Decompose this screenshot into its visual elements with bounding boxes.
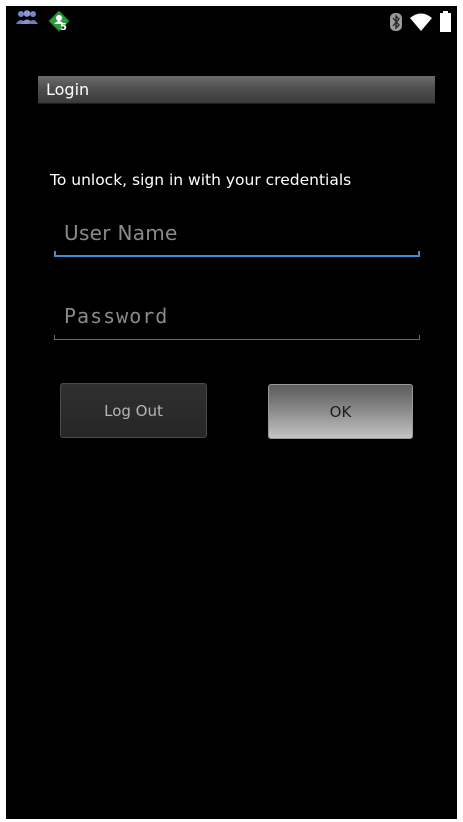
username-underline bbox=[54, 251, 420, 257]
phone-screen: 5 Login To unlock, sign in with your cre… bbox=[6, 6, 457, 819]
app-badge-count: 5 bbox=[60, 22, 67, 33]
log-out-button[interactable]: Log Out bbox=[60, 383, 207, 438]
bluetooth-icon bbox=[390, 12, 402, 31]
password-underline bbox=[54, 335, 420, 340]
page-title: Login bbox=[46, 80, 90, 99]
ok-button[interactable]: OK bbox=[268, 384, 413, 439]
ok-label: OK bbox=[329, 402, 352, 421]
instruction-text: To unlock, sign in with your credentials bbox=[50, 171, 352, 189]
username-input[interactable] bbox=[54, 213, 420, 253]
title-bar: Login bbox=[38, 76, 435, 104]
system-icons bbox=[390, 11, 451, 32]
notification-area: 5 bbox=[16, 10, 72, 36]
username-field[interactable] bbox=[54, 213, 420, 257]
battery-icon bbox=[440, 11, 451, 32]
password-input[interactable] bbox=[54, 296, 420, 336]
wifi-icon bbox=[410, 13, 432, 31]
password-field[interactable] bbox=[54, 296, 420, 340]
log-out-label: Log Out bbox=[104, 401, 163, 420]
people-icon bbox=[16, 10, 38, 24]
status-bar: 5 bbox=[6, 6, 457, 38]
app-notification-icon: 5 bbox=[48, 10, 72, 36]
